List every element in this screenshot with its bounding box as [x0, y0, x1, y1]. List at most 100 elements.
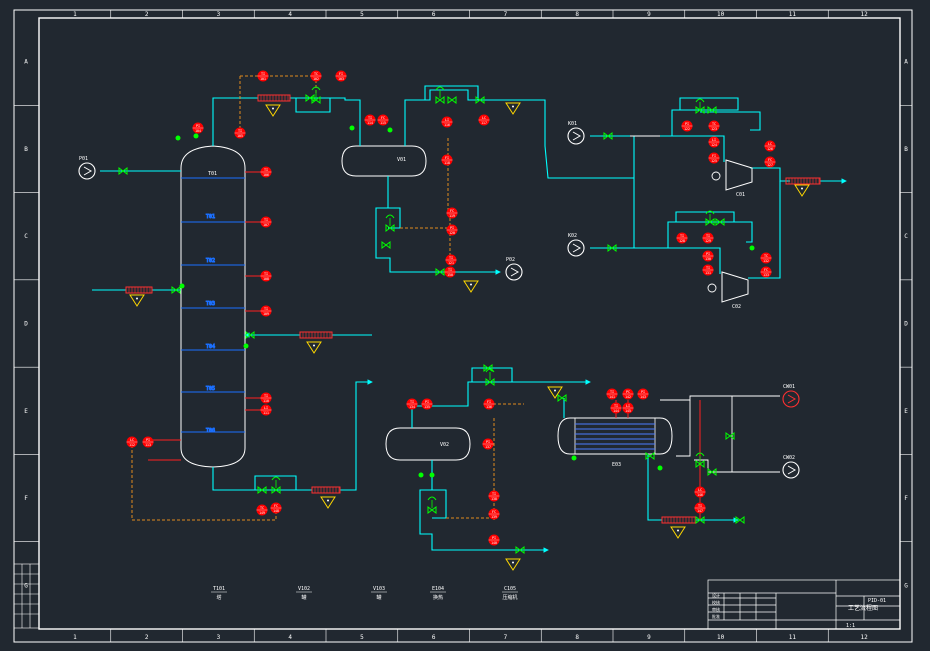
- instrument-function: FC: [492, 510, 496, 514]
- nozzle-icon: [571, 455, 577, 461]
- grid-col-label: 8: [575, 634, 579, 641]
- instrument-ti-34: TI134: [406, 398, 418, 410]
- title-block-cell: 批准: [712, 613, 720, 619]
- grid-row-label: B: [24, 146, 28, 153]
- instrument-ti-45: LI145: [622, 402, 634, 414]
- instrument-ti-26: LC126: [764, 140, 776, 152]
- instrument-number: 121: [448, 261, 454, 265]
- legend-4: E104 换热: [430, 586, 446, 601]
- instrument-ti-20: PI120: [446, 224, 458, 236]
- equipment-legend: T101 塔 V102 罐 V103 罐 E104 换热 C105 压缩机: [211, 586, 518, 601]
- title-block-cell: 设计: [712, 592, 720, 598]
- instrument-function: FC: [764, 268, 768, 272]
- exchanger-tag: E03: [612, 462, 621, 468]
- nozzle-icon: [657, 465, 663, 471]
- grid-row-label: D: [24, 321, 28, 328]
- control-valve-actuator-icon: [271, 476, 281, 488]
- instrument-number: 142: [625, 395, 631, 399]
- legend-code: E104: [432, 586, 444, 592]
- drawing-scale: 1:1: [846, 623, 855, 629]
- control-valve-actuator-icon: [435, 86, 445, 98]
- instrument-number: 101: [260, 77, 266, 81]
- instrument-function: LI: [626, 404, 630, 408]
- grid-col-label: 4: [288, 11, 292, 18]
- instrument-function: FC: [381, 116, 385, 120]
- instrument-ti-5: TI105: [234, 127, 246, 139]
- tray-label: T05: [206, 386, 215, 392]
- instrument-number: 138: [491, 497, 497, 501]
- instrument-function: FC: [274, 504, 278, 508]
- instrument-function: TI: [264, 218, 268, 222]
- instrument-ti-42: PC142: [622, 388, 634, 400]
- heater-bar: [311, 486, 341, 494]
- instrument-function: TI: [264, 307, 268, 311]
- instrument-function: TI: [264, 272, 268, 276]
- tray-label: T03: [206, 301, 215, 307]
- instrument-ti-25: FI125: [708, 152, 720, 164]
- tray-label: T02: [206, 258, 215, 264]
- control-valve-actuator-icon: [311, 86, 321, 98]
- instrument-ti-1: TI101: [257, 70, 269, 82]
- instrument-ti-14: TI114: [364, 114, 376, 126]
- grid-col-label: 6: [432, 634, 436, 641]
- instrument-function: LC: [130, 438, 134, 442]
- instrument-number: 124: [711, 143, 717, 147]
- instrument-ti-18: FI118: [441, 154, 453, 166]
- instrument-number: 118: [444, 161, 450, 165]
- instrument-ti-17: LC117: [478, 114, 490, 126]
- grid-col-label: 2: [145, 634, 149, 641]
- instrument-function: FI: [487, 400, 491, 404]
- legend-code: T101: [213, 586, 225, 592]
- valves: [118, 86, 755, 554]
- grid-col-label: 5: [360, 634, 364, 641]
- instrument-function: PI: [685, 122, 689, 126]
- instrument-function: FI: [445, 156, 449, 160]
- grid-col-label: 6: [432, 11, 436, 18]
- heater-bar: [125, 286, 153, 294]
- reflux-drum-top: V01: [341, 145, 427, 177]
- instrument-ti-33: FC133: [760, 266, 772, 278]
- instrument-function: TI: [261, 72, 265, 76]
- grid-col-label: 7: [504, 11, 508, 18]
- pumps: P01 P02 K01 K02 CW01 CW02: [78, 121, 800, 479]
- title-block-cell: 校核: [712, 599, 720, 605]
- instrument-number: 129: [705, 239, 711, 243]
- instrument-number: 143: [640, 395, 646, 399]
- instrument-function: TI: [614, 404, 618, 408]
- legend-label: 压缩机: [502, 594, 517, 601]
- instrument-ti-6: TI106: [260, 166, 272, 178]
- title-block-cell: 审核: [712, 606, 720, 612]
- instrument-function: TI: [238, 129, 242, 133]
- instrument-ti-39: FC139: [488, 508, 500, 520]
- instrument-function: PI: [492, 536, 496, 540]
- grid-row-label: A: [904, 59, 908, 66]
- instrument-ti-2: TC102: [310, 70, 322, 82]
- grid-col-label: 12: [861, 634, 869, 641]
- reflux-drum-bottom: V02: [385, 427, 471, 461]
- instrument-number: 106: [263, 173, 269, 177]
- pump-tag: CW01: [783, 384, 795, 390]
- instrument-function: PI: [706, 252, 710, 256]
- grid-row-label: C: [904, 233, 908, 240]
- legend-5: C105 压缩机: [502, 586, 518, 601]
- instrument-function: PC: [626, 390, 630, 394]
- instrument-number: 136: [486, 405, 492, 409]
- compressor-inlet-2-icon: K02: [567, 233, 585, 257]
- warning-triangle-icon: [505, 102, 521, 115]
- process-lines: [92, 85, 847, 553]
- instrument-number: 127: [767, 163, 773, 167]
- instrument-ti-4: PI104: [192, 122, 204, 134]
- legend-code: V103: [373, 586, 385, 592]
- grid-col-label: 3: [217, 634, 221, 641]
- instrument-number: 139: [491, 515, 497, 519]
- valve-icon: [381, 241, 391, 249]
- instrument-ti-7: TI107: [260, 216, 272, 228]
- nozzle-icon: [193, 133, 199, 139]
- grid-row-label: E: [24, 408, 28, 415]
- grid-col-label: 1: [73, 634, 77, 641]
- instrument-number: 104: [195, 129, 201, 133]
- grid-labels-bottom: 1 2 3 4 5 6 7 8 9 10 11 12: [73, 629, 868, 642]
- instrument-ti-32: TC132: [760, 252, 772, 264]
- instrument-function: TC: [314, 72, 318, 76]
- compressor-2-tag: C02: [732, 304, 741, 310]
